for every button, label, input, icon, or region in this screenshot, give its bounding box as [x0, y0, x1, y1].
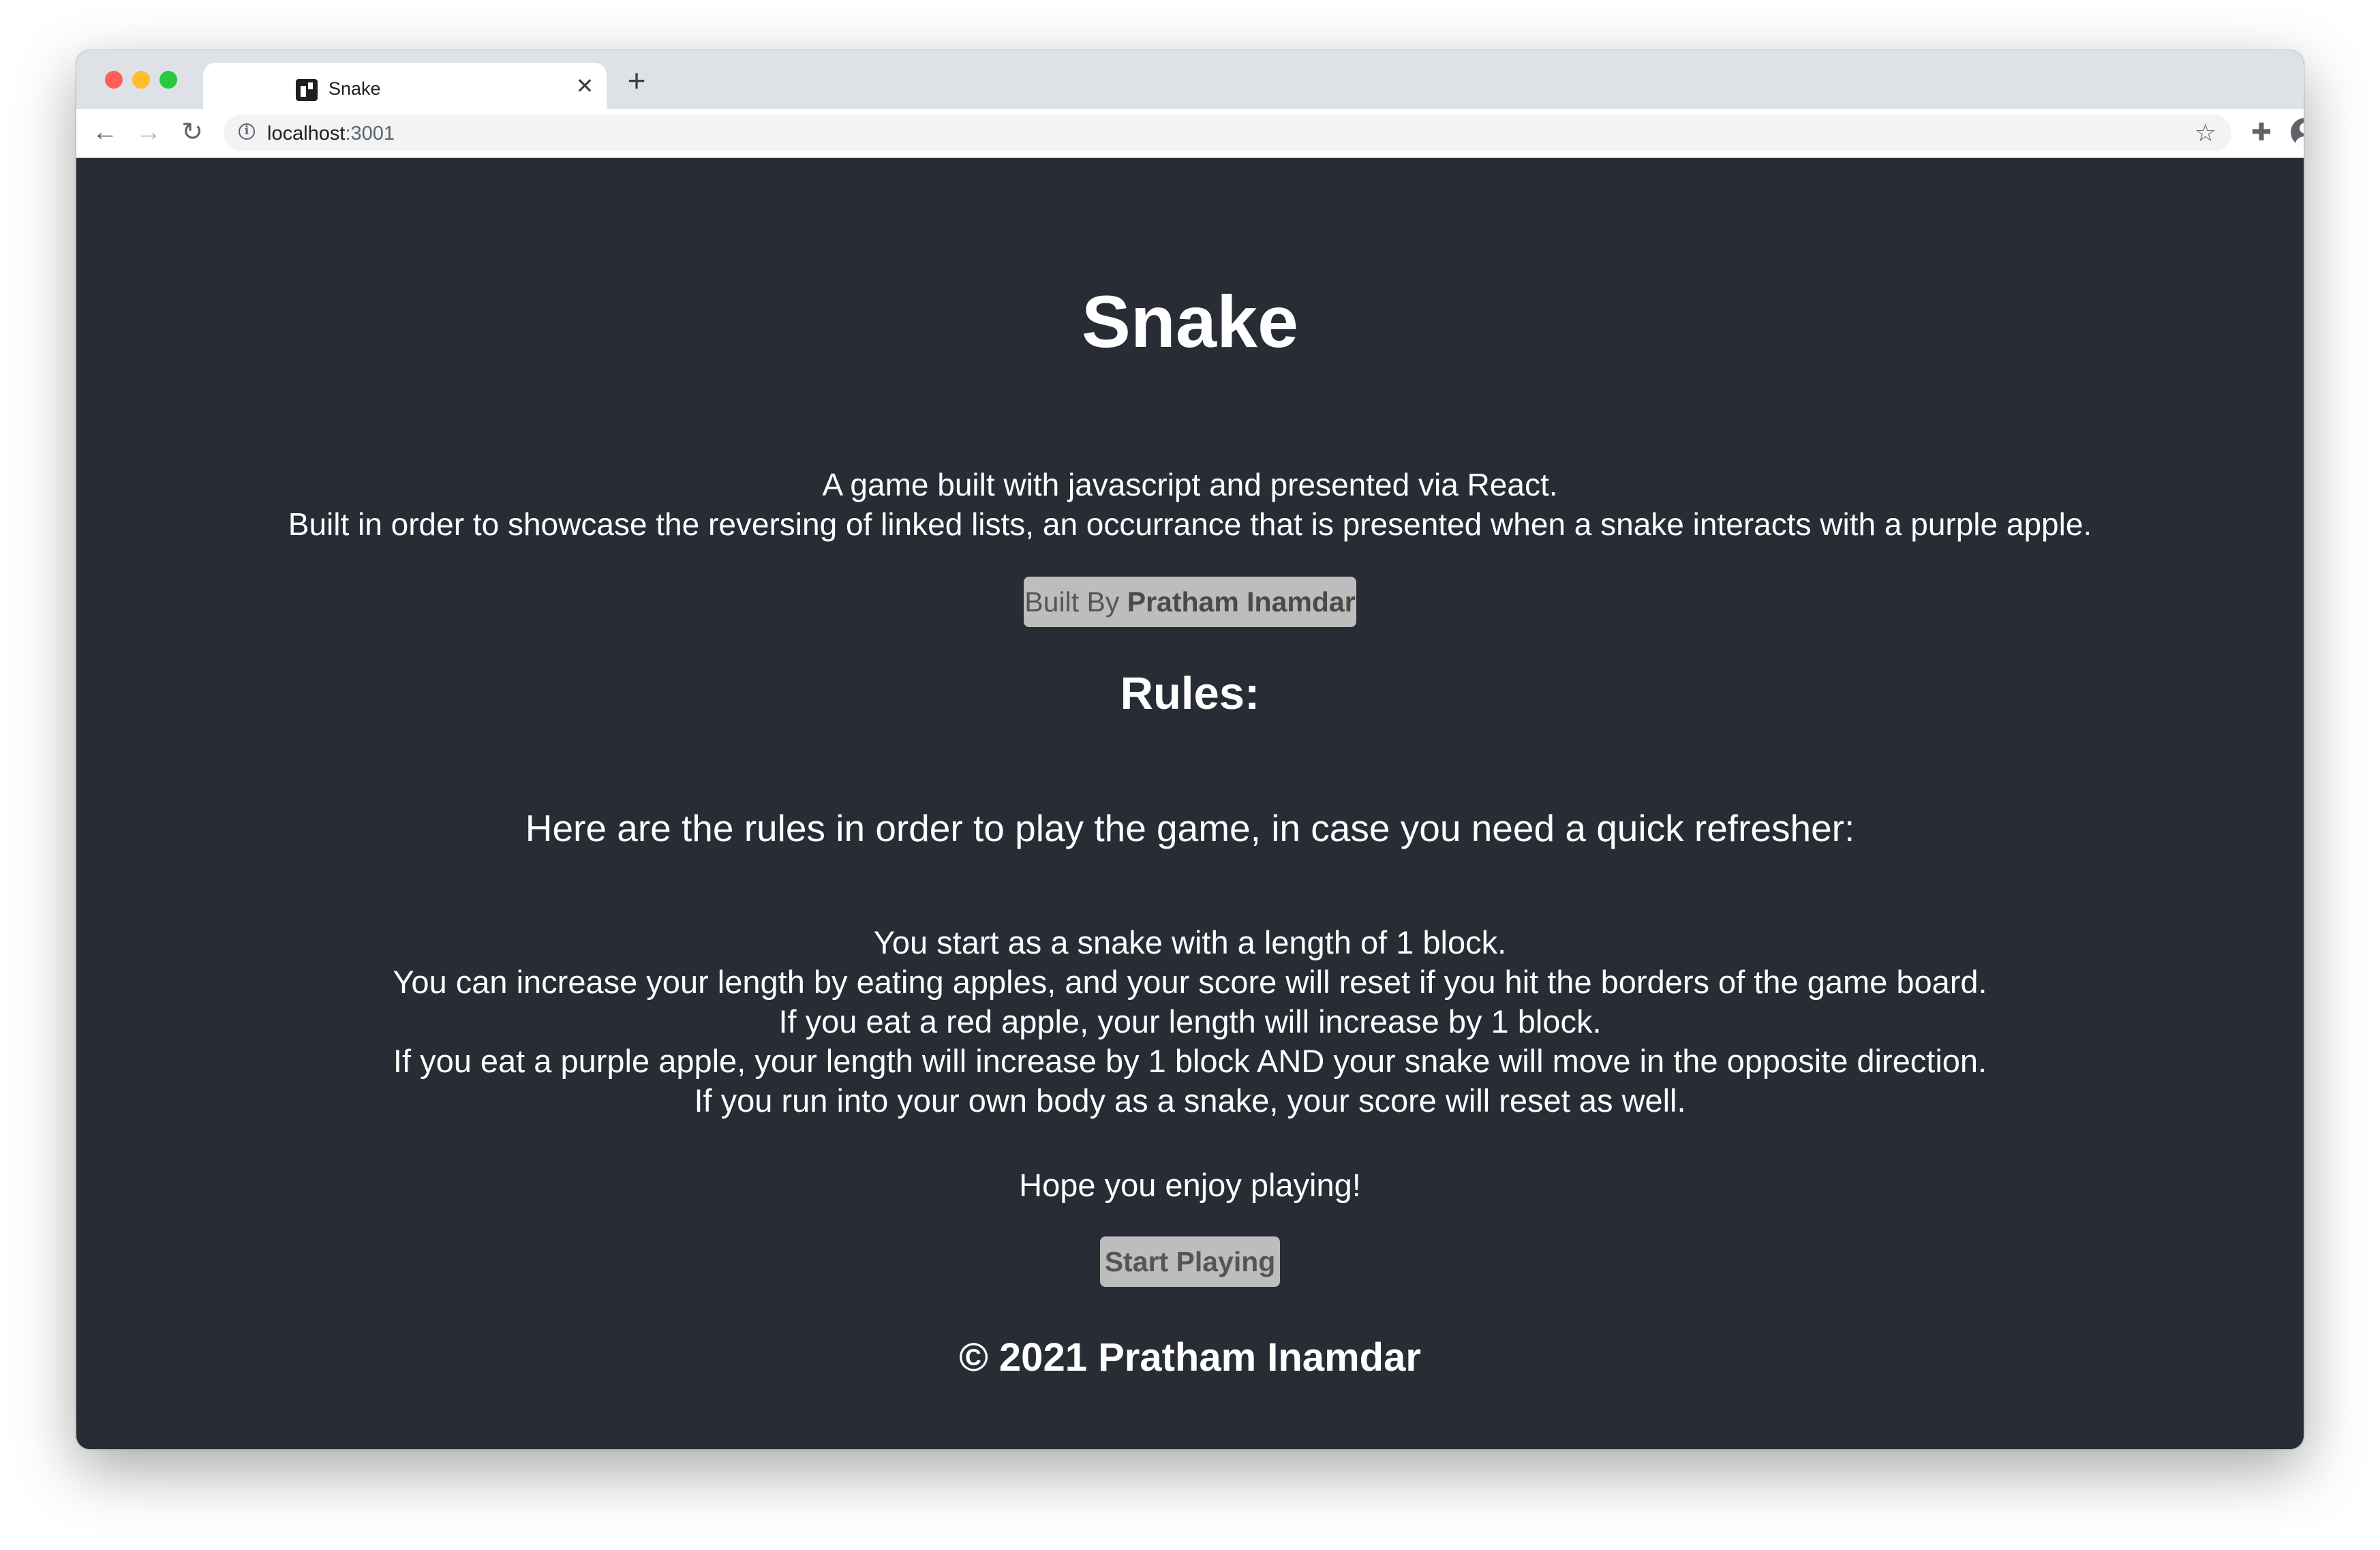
rules-list: You start as a snake with a length of 1 … — [76, 923, 2304, 1121]
minimize-window-button[interactable] — [132, 71, 150, 89]
reload-icon[interactable]: ↻ — [177, 117, 207, 147]
rules-intro: Here are the rules in order to play the … — [525, 807, 1855, 849]
url-text[interactable]: localhost:3001 — [267, 123, 395, 145]
site-info-icon[interactable]: i — [239, 123, 255, 140]
new-tab-icon[interactable]: + — [622, 65, 652, 96]
start-playing-button[interactable]: Start Playing — [1100, 1236, 1280, 1287]
closing-text: Hope you enjoy playing! — [1019, 1167, 1361, 1203]
page-content: Snake A game built with javascript and p… — [76, 158, 2304, 1449]
rule-item: You start as a snake with a length of 1 … — [873, 924, 1507, 960]
built-by-prefix: Built By — [1024, 586, 1127, 618]
browser-toolbar: ← → ↻ i localhost:3001 ☆ ✚ ⋮ — [76, 109, 2304, 158]
address-bar[interactable]: i localhost:3001 ☆ — [224, 115, 2231, 151]
intro-line: A game built with javascript and present… — [822, 467, 1558, 502]
react-app-icon — [296, 79, 318, 101]
page-title: Snake — [1081, 280, 1299, 363]
profile-avatar-icon[interactable] — [2289, 116, 2304, 149]
built-by-button[interactable]: Built By Pratham Inamdar — [1024, 577, 1356, 627]
tab-title: Snake — [329, 78, 381, 99]
maximize-window-button[interactable] — [159, 71, 177, 89]
extensions-icon[interactable]: ✚ — [2245, 116, 2278, 149]
rule-item: If you eat a red apple, your length will… — [778, 1003, 1602, 1039]
rule-item: If you run into your own body as a snake… — [694, 1082, 1686, 1119]
rule-item: If you eat a purple apple, your length w… — [393, 1043, 1987, 1079]
close-tab-icon[interactable]: ✕ — [573, 74, 597, 98]
bookmark-star-icon[interactable]: ☆ — [2195, 119, 2216, 147]
url-port: :3001 — [345, 123, 395, 145]
author-name: Pratham Inamdar — [1127, 586, 1356, 618]
back-arrow-icon[interactable]: ← — [90, 117, 120, 147]
browser-window: Snake ✕ + ← → ↻ i localhost:3001 ☆ ✚ ⋮ S… — [76, 50, 2304, 1449]
forward-arrow-icon[interactable]: → — [134, 117, 164, 147]
url-host: localhost — [267, 123, 346, 145]
rule-item: You can increase your length by eating a… — [393, 964, 1987, 1000]
rules-heading: Rules: — [1120, 668, 1260, 719]
intro-line: Built in order to showcase the reversing… — [288, 506, 2092, 542]
close-window-button[interactable] — [105, 71, 123, 89]
tab-strip: Snake ✕ + — [76, 50, 2304, 110]
tab-snake[interactable]: Snake ✕ — [203, 63, 607, 110]
intro-text: A game built with javascript and present… — [76, 465, 2304, 544]
footer-copyright: © 2021 Pratham Inamdar — [959, 1335, 1421, 1380]
